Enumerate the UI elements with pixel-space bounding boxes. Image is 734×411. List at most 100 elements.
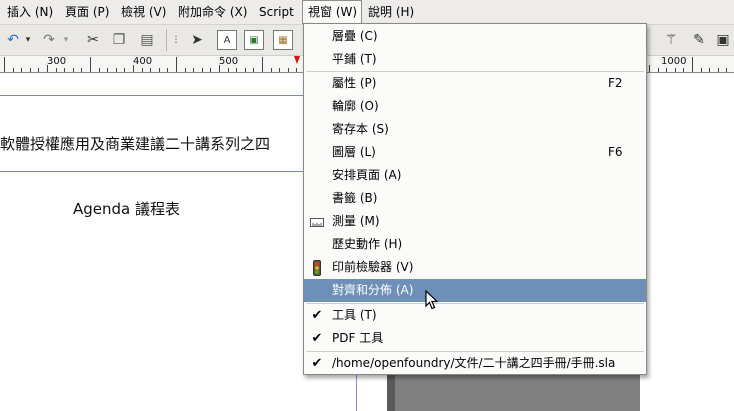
window-menu-item[interactable]: 寄存本 (S) <box>304 118 646 141</box>
window-menu-dropdown: 層疊 (C) 平鋪 (T) 屬性 (P) F2 輪廓 (O) 寄存本 (S) 圖層 (L) F… <box>303 23 647 375</box>
ruler-tick <box>4 57 5 72</box>
menu-item-shortcut: F6 <box>608 145 623 159</box>
mouse-cursor-icon <box>425 290 439 310</box>
menu-item-label: 歷史動作 (H) <box>332 237 403 251</box>
menu-item-label: 書籤 (B) <box>332 191 378 205</box>
ruler-tick <box>150 68 151 72</box>
ruler-tick <box>142 68 143 72</box>
ruler-tick <box>709 68 710 72</box>
ruler-tick <box>13 68 14 72</box>
checkmark-icon: ✔ <box>311 308 323 323</box>
menu-item-label: 印前檢驗器 (V) <box>332 260 414 274</box>
ruler-tick <box>675 68 676 72</box>
ruler-tick <box>649 65 650 72</box>
ruler-label: 1000 <box>661 56 687 67</box>
ruler-tick <box>288 68 289 72</box>
window-menu-item[interactable]: ✔ PDF 工具 <box>304 327 646 350</box>
ruler-tick <box>133 65 134 72</box>
menu-item-label: 安排頁面 (A) <box>332 168 402 182</box>
ruler-tick <box>228 68 229 72</box>
ruler-tick <box>193 68 194 72</box>
ruler-tick <box>718 68 719 72</box>
document-title-text[interactable]: 軟體授權應用及商業建議二十講系列之四 <box>0 133 270 154</box>
window-menu-item[interactable]: 圖層 (L) F6 <box>304 141 646 164</box>
ruler-tick <box>21 68 22 72</box>
copy-icon[interactable]: ❐ <box>108 29 130 51</box>
image-frame-icon[interactable]: ▣ <box>244 30 264 50</box>
menu-item-label: 對齊和分佈 (A) <box>332 283 414 297</box>
menu-item-label: 寄存本 (S) <box>332 122 389 136</box>
menu-view[interactable]: 檢視 (V) <box>116 0 171 24</box>
undo-dropdown-icon[interactable]: ▾ <box>22 29 34 51</box>
menu-help[interactable]: 說明 (H) <box>363 0 419 24</box>
checkmark-icon: ✔ <box>311 331 323 346</box>
menu-page[interactable]: 頁面 (P) <box>60 0 114 24</box>
toolbar-separator <box>166 29 167 51</box>
ruler-tick <box>245 68 246 72</box>
ruler-tick <box>726 68 727 72</box>
ruler-tick <box>116 68 117 72</box>
menu-item-label: 圖層 (L) <box>332 145 376 159</box>
ruler-tick <box>236 68 237 72</box>
ruler-icon <box>308 210 326 233</box>
eyedropper-icon[interactable]: ✎ <box>688 29 710 51</box>
menu-window[interactable]: 視窗 (W) <box>302 0 362 24</box>
select-arrow-icon[interactable]: ➤ <box>186 29 208 51</box>
ruler-tick <box>124 68 125 72</box>
ruler-tick <box>279 68 280 72</box>
window-menu-item[interactable]: 安排頁面 (A) <box>304 164 646 187</box>
ruler-tick <box>185 68 186 72</box>
menu-insert[interactable]: 插入 (N) <box>2 0 58 24</box>
undo-icon[interactable]: ↶ <box>2 29 24 51</box>
ruler-tick <box>666 68 667 72</box>
window-menu-item[interactable]: 測量 (M) <box>304 210 646 233</box>
ruler-label: 400 <box>133 56 153 67</box>
color-picker-icon[interactable]: ▣ <box>712 29 734 51</box>
redo-icon[interactable]: ↷ <box>38 29 60 51</box>
ruler-tick <box>107 68 108 72</box>
window-menu-item[interactable]: 層疊 (C) <box>304 25 646 48</box>
ruler-tick <box>262 57 263 72</box>
window-menu-item[interactable]: 對齊和分佈 (A) <box>304 279 646 302</box>
ruler-tick <box>202 68 203 72</box>
window-menu-item[interactable]: 歷史動作 (H) <box>304 233 646 256</box>
ruler-label: 500 <box>219 56 239 67</box>
cut-icon[interactable]: ✂ <box>82 29 104 51</box>
menu-item-label: /home/openfoundry/文件/二十講之四手冊/手冊.sla <box>332 356 616 370</box>
adjacent-page <box>640 73 734 411</box>
menu-item-label: 輪廓 (O) <box>332 99 379 113</box>
ruler-tick <box>64 68 65 72</box>
ruler-label: 300 <box>47 56 67 67</box>
window-menu-item[interactable]: ✔ 工具 (T) <box>304 304 646 327</box>
menu-script[interactable]: Script <box>254 0 299 24</box>
ruler-tick <box>253 68 254 72</box>
text-frame-icon[interactable]: A <box>217 30 237 50</box>
menu-item-label: 工具 (T) <box>332 308 377 322</box>
window-menu-item[interactable]: 書籤 (B) <box>304 187 646 210</box>
ruler-tick <box>99 68 100 72</box>
menu-item-label: 層疊 (C) <box>332 29 378 43</box>
table-icon[interactable]: ▦ <box>273 30 293 50</box>
menu-item-label: 屬性 (P) <box>332 76 377 90</box>
ruler-tick <box>38 68 39 72</box>
agenda-text[interactable]: Agenda 議程表 <box>73 198 180 219</box>
ruler-tick <box>683 68 684 72</box>
window-menu-item[interactable]: 平鋪 (T) <box>304 48 646 71</box>
window-menu-item[interactable]: 輪廓 (O) <box>304 95 646 118</box>
ruler-tick <box>701 68 702 72</box>
menubar: 插入 (N) 頁面 (P) 檢視 (V) 附加命令 (X) Script 視窗 … <box>0 0 734 25</box>
window-menu-item[interactable]: 屬性 (P) F2 <box>304 72 646 95</box>
menu-extras[interactable]: 附加命令 (X) <box>173 0 252 24</box>
checkmark-icon: ✔ <box>311 356 323 371</box>
ruler-tick <box>159 68 160 72</box>
paste-icon[interactable]: ▤ <box>136 29 158 51</box>
ruler-tick <box>47 65 48 72</box>
ruler-tick <box>271 68 272 72</box>
redo-dropdown-icon[interactable]: ▾ <box>60 29 72 51</box>
menu-item-shortcut: F2 <box>608 76 623 90</box>
magic-wand-icon[interactable]: ⚚ <box>660 29 682 51</box>
window-menu-item[interactable]: ✔ /home/openfoundry/文件/二十講之四手冊/手冊.sla <box>304 352 646 375</box>
toolbar-grip-icon: ⋮ <box>171 35 181 45</box>
ruler-tick <box>56 68 57 72</box>
window-menu-item[interactable]: 印前檢驗器 (V) <box>304 256 646 279</box>
